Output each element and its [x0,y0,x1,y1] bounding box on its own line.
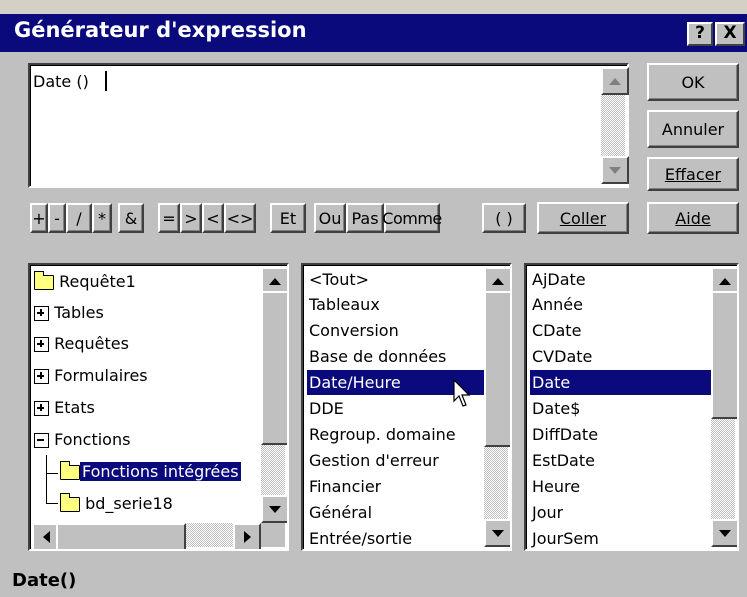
expand-plus-icon[interactable] [34,369,49,384]
scroll-up-button[interactable] [601,67,629,95]
list-item[interactable]: CVDate [530,344,592,369]
expression-scrollbar[interactable] [601,67,629,184]
tree-item-requete1[interactable]: Requête1 [33,267,136,297]
function-list[interactable]: AjDate Année CDate CVDate Date Date$ Dif… [524,263,739,551]
scroll-down-button[interactable] [484,519,510,547]
arrow-down-icon [492,529,504,537]
list-item-selected[interactable]: Date [530,370,715,395]
arrow-up-icon [609,77,621,85]
op-parentheses[interactable]: ( ) [482,203,526,233]
op-ou[interactable]: Ou [314,203,346,233]
arrow-down-icon [719,529,731,537]
expand-plus-icon[interactable] [34,401,49,416]
list-item[interactable]: Tableaux [307,292,380,317]
scroll-thumb[interactable] [484,291,510,447]
function-scrollbar[interactable] [711,267,737,547]
list-item[interactable]: CDate [530,318,581,343]
scroll-down-button[interactable] [261,495,287,523]
hscroll-thumb[interactable] [56,523,186,549]
list-item[interactable]: Gestion d'erreur [307,448,439,473]
tree-item-requetes[interactable]: Requêtes [34,329,129,359]
list-item[interactable]: EstDate [530,448,595,473]
syntax-status: Date() [12,570,77,591]
list-item[interactable]: Année [530,292,583,317]
op-comme[interactable]: Comme [382,203,442,233]
category-list[interactable]: <Tout> Tableaux Conversion Base de donné… [301,263,512,551]
list-item[interactable]: DDE [307,396,344,421]
expression-text: Date () [33,72,94,91]
list-item[interactable]: Général [307,500,372,525]
arrow-up-icon [269,277,281,285]
op-less[interactable]: < [202,203,224,233]
expression-box[interactable]: Date () [28,63,629,188]
list-item[interactable]: Base de données [307,344,446,369]
op-multiply[interactable]: * [92,203,112,233]
tree-item-bd-serie18[interactable]: bd_serie18 [59,489,173,519]
tree-item-formulaires[interactable]: Formulaires [34,361,148,391]
top-strip [0,0,747,14]
list-item[interactable]: Conversion [307,318,399,343]
ok-button[interactable]: OK [647,63,739,101]
scroll-corner [261,523,285,547]
op-greater[interactable]: > [180,203,202,233]
close-title-button[interactable]: X [715,22,745,46]
tree-item-fonctions[interactable]: Fonctions [34,425,130,455]
scroll-down-button[interactable] [601,156,629,184]
window-title: Générateur d'expression [14,18,307,42]
list-item[interactable]: Financier [307,474,381,499]
tree-vscrollbar[interactable] [261,267,287,523]
list-item[interactable]: <Tout> [307,267,369,292]
aide-button[interactable]: Aide [647,202,739,234]
arrow-left-icon [42,531,50,543]
tree-item-tables[interactable]: Tables [34,298,104,328]
arrow-right-icon [243,531,251,543]
folder-icon [59,493,80,512]
tree-item-fonctions-integrees[interactable]: Fonctions intégrées [59,457,241,487]
tree-item-etats[interactable]: Etats [34,393,95,423]
tree-connector [46,455,47,503]
op-pas[interactable]: Pas [346,203,384,233]
op-not-equal[interactable]: <> [224,203,256,233]
collapse-minus-icon[interactable] [34,433,49,448]
scroll-thumb[interactable] [261,291,287,445]
category-scrollbar[interactable] [484,267,510,547]
mouse-cursor-icon [453,379,471,407]
tree-connector [46,503,58,504]
arrow-down-icon [609,166,621,174]
expand-plus-icon[interactable] [34,306,49,321]
help-title-button[interactable]: ? [687,22,713,46]
scroll-down-button[interactable] [711,519,737,547]
text-cursor [105,71,107,91]
list-item[interactable]: Regroup. domaine [307,422,456,447]
scroll-right-button[interactable] [233,523,261,549]
list-item[interactable]: Date$ [530,396,580,421]
effacer-button[interactable]: Effacer [647,157,739,191]
open-folder-icon [59,461,80,480]
arrow-up-icon [719,277,731,285]
list-item[interactable]: Jour [530,500,563,525]
list-item[interactable]: JourSem [530,526,599,549]
scroll-thumb[interactable] [711,291,737,419]
op-minus[interactable]: - [48,203,66,233]
folder-icon [33,271,54,290]
op-et[interactable]: Et [270,203,306,233]
object-tree[interactable]: Requête1 Tables Requêtes Formulaires Eta… [28,263,289,551]
list-item[interactable]: AjDate [530,267,586,292]
tree-connector [46,473,58,474]
arrow-up-icon [492,277,504,285]
op-plus[interactable]: + [30,203,48,233]
arrow-down-icon [269,505,281,513]
list-item[interactable]: Entrée/sortie [307,526,412,549]
tree-hscrollbar[interactable] [32,523,261,549]
annuler-button[interactable]: Annuler [647,110,739,148]
op-equal[interactable]: = [158,203,180,233]
coller-button[interactable]: Coller [537,202,629,234]
expand-plus-icon[interactable] [34,337,49,352]
list-item[interactable]: Heure [530,474,580,499]
list-item[interactable]: DiffDate [530,422,598,447]
op-ampersand[interactable]: & [118,203,144,233]
op-divide[interactable]: / [66,203,92,233]
